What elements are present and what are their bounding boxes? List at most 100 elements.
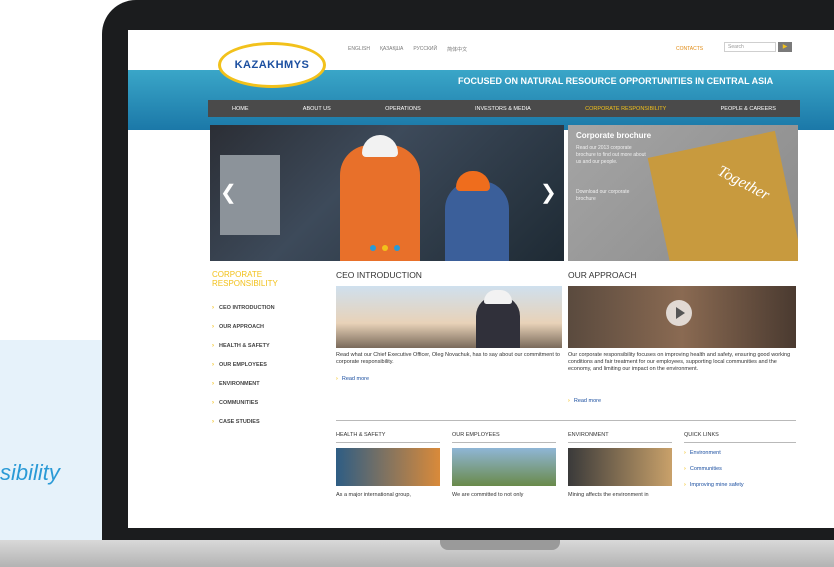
nav-home[interactable]: HOME xyxy=(232,106,249,112)
chevron-right-icon: › xyxy=(212,418,214,425)
our-employees-photo xyxy=(452,448,556,486)
sidebar-item-label: CASE STUDIES xyxy=(219,418,260,425)
chevron-right-icon: › xyxy=(336,376,338,382)
sidebar-title: CORPORATE RESPONSIBILITY xyxy=(212,270,322,288)
logo-text: KAZAKHMYS xyxy=(234,59,310,71)
contacts-link[interactable]: CONTACTS xyxy=(676,46,703,52)
laptop-notch xyxy=(440,540,560,550)
ceo-section-title: CEO INTRODUCTION xyxy=(336,270,422,280)
environment-text: Mining affects the environment in xyxy=(568,492,649,498)
search-input[interactable]: Search xyxy=(724,42,776,52)
slider-dot[interactable] xyxy=(394,245,400,251)
site-logo[interactable]: KAZAKHMYS xyxy=(218,42,326,88)
site-tagline: FOCUSED ON NATURAL RESOURCE OPPORTUNITIE… xyxy=(458,76,774,86)
brochure-promo: Together Corporate brochure Read our 201… xyxy=(568,125,798,261)
main-nav: HOME ABOUT US OPERATIONS INVESTORS & MED… xyxy=(208,100,800,117)
sidebar-item-label: ENVIRONMENT xyxy=(219,380,260,387)
laptop-base xyxy=(0,540,834,567)
sidebar-item-communities[interactable]: › COMMUNITIES xyxy=(212,393,322,412)
lang-english[interactable]: ENGLISH xyxy=(348,46,370,53)
slider-dots xyxy=(370,245,400,251)
column-divider xyxy=(452,442,556,443)
search-button[interactable]: ▶ xyxy=(778,42,792,52)
column-divider xyxy=(684,442,796,443)
play-triangle xyxy=(676,307,685,319)
slider-next-icon[interactable]: ❯ xyxy=(540,180,557,205)
helmet-image xyxy=(456,171,490,191)
quick-link-label: Communities xyxy=(689,466,722,472)
ceo-read-more-link[interactable]: › Read more xyxy=(336,376,369,382)
ceo-text: Read what our Chief Executive Officer, O… xyxy=(336,352,560,365)
sidebar-item-label: HEALTH & SAFETY xyxy=(219,342,270,349)
slider-dot[interactable] xyxy=(382,245,388,251)
approach-read-more-link[interactable]: › Read more xyxy=(568,398,601,404)
lang-russian[interactable]: РУССКИЙ xyxy=(413,46,437,53)
sidebar-title-line: CORPORATE xyxy=(212,270,263,279)
chevron-right-icon: › xyxy=(684,450,686,456)
helmet-image xyxy=(362,135,398,157)
chevron-right-icon: › xyxy=(568,398,570,404)
quick-link-label: Improving mine safety xyxy=(689,482,744,488)
section-divider xyxy=(336,420,796,421)
brochure-title: Corporate brochure xyxy=(576,131,652,140)
ceo-photo xyxy=(336,286,562,348)
our-employees-text: We are committed to not only xyxy=(452,492,524,498)
environment-photo xyxy=(568,448,672,486)
chevron-right-icon: › xyxy=(212,304,214,311)
chevron-right-icon: › xyxy=(212,399,214,406)
worker-image xyxy=(340,145,420,261)
sidebar-item-ceo-introduction[interactable]: › CEO INTRODUCTION xyxy=(212,298,322,317)
sidebar-item-our-approach[interactable]: › OUR APPROACH xyxy=(212,317,322,336)
chevron-right-icon: › xyxy=(212,323,214,330)
sidebar-item-case-studies[interactable]: › CASE STUDIES xyxy=(212,412,322,431)
chevron-right-icon: › xyxy=(684,482,686,488)
section-sidebar: CORPORATE RESPONSIBILITY › CEO INTRODUCTI… xyxy=(212,270,322,431)
background-caption: sibility xyxy=(0,460,60,485)
read-more-label: Read more xyxy=(573,398,602,404)
sidebar-item-our-employees[interactable]: › OUR EMPLOYEES xyxy=(212,355,322,374)
quick-links-title: QUICK LINKS xyxy=(684,432,719,438)
sidebar-item-label: CEO INTRODUCTION xyxy=(219,304,275,311)
nav-corporate-responsibility[interactable]: CORPORATE RESPONSIBILITY xyxy=(585,106,666,112)
sidebar-item-label: OUR APPROACH xyxy=(219,323,265,330)
chevron-right-icon: › xyxy=(212,361,214,368)
brochure-cover: Together xyxy=(647,130,798,261)
sidebar-item-label: COMMUNITIES xyxy=(219,399,259,406)
nav-people-careers[interactable]: PEOPLE & CAREERS xyxy=(721,106,776,112)
chevron-right-icon: › xyxy=(212,380,214,387)
approach-text: Our corporate responsibility focuses on … xyxy=(568,352,791,372)
brochure-cover-word: Together xyxy=(714,162,773,204)
nav-investors-media[interactable]: INVESTORS & MEDIA xyxy=(475,106,531,112)
quick-link-mine-safety[interactable]: › Improving mine safety xyxy=(684,482,744,488)
sidebar-title-line: RESPONSIBILITY xyxy=(212,279,278,288)
quick-link-label: Environment xyxy=(689,450,721,456)
nav-operations[interactable]: OPERATIONS xyxy=(385,106,421,112)
lang-kazakh[interactable]: ҚАЗАҚША xyxy=(380,46,403,53)
brochure-download-link[interactable]: Download our corporate brochure xyxy=(576,189,646,203)
health-safety-title: HEALTH & SAFETY xyxy=(336,432,386,438)
approach-section-title: OUR APPROACH xyxy=(568,270,637,280)
chevron-right-icon: › xyxy=(684,466,686,472)
quick-link-environment[interactable]: › Environment xyxy=(684,450,721,456)
brochure-text: Read our 2013 corporate brochure to find… xyxy=(576,145,646,165)
column-divider xyxy=(568,442,672,443)
worker-image xyxy=(445,181,509,261)
sidebar-item-health-safety[interactable]: › HEALTH & SAFETY xyxy=(212,336,322,355)
read-more-label: Read more xyxy=(341,376,370,382)
quick-link-communities[interactable]: › Communities xyxy=(684,466,722,472)
our-employees-title: OUR EMPLOYEES xyxy=(452,432,500,438)
language-switcher: ENGLISH ҚАЗАҚША РУССКИЙ 简体中文 xyxy=(348,46,467,53)
laptop-screen: KAZAKHMYS ENGLISH ҚАЗАҚША РУССКИЙ 简体中文 C… xyxy=(128,30,834,528)
environment-title: ENVIRONMENT xyxy=(568,432,609,438)
hero-slider: ❮ ❯ xyxy=(210,125,564,261)
slider-dot[interactable] xyxy=(370,245,376,251)
health-safety-photo xyxy=(336,448,440,486)
lang-chinese[interactable]: 简体中文 xyxy=(447,46,467,53)
sidebar-item-label: OUR EMPLOYEES xyxy=(219,361,267,368)
nav-about-us[interactable]: ABOUT US xyxy=(303,106,331,112)
helmet-image xyxy=(484,290,512,304)
sidebar-item-environment[interactable]: › ENVIRONMENT xyxy=(212,374,322,393)
chevron-right-icon: › xyxy=(212,342,214,349)
column-divider xyxy=(336,442,440,443)
slider-prev-icon[interactable]: ❮ xyxy=(220,180,237,205)
